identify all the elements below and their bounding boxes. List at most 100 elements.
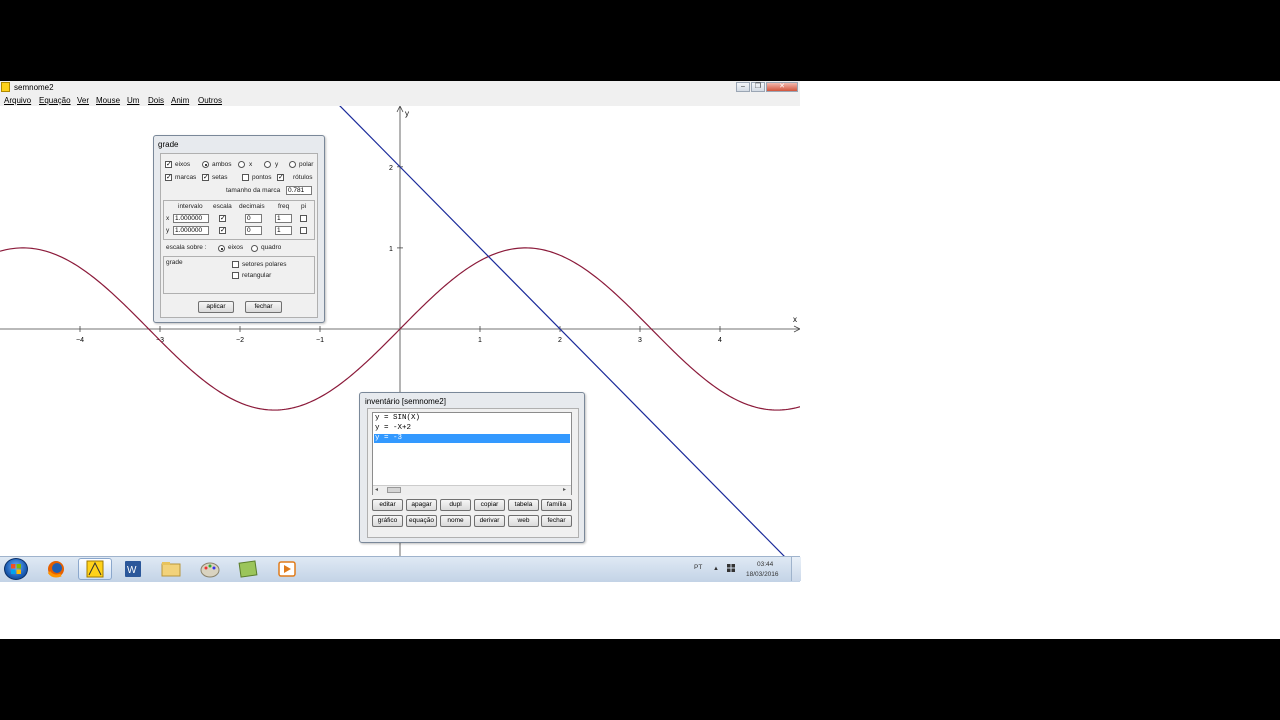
winplot-icon: [86, 560, 104, 578]
start-button-icon[interactable]: [4, 558, 28, 580]
aplicar-button[interactable]: aplicar: [198, 301, 234, 313]
taskbar-paint[interactable]: [193, 558, 227, 580]
grade-dialog-title: grade: [158, 140, 179, 149]
taskbar-explorer[interactable]: [154, 558, 188, 580]
language-indicator[interactable]: PT: [694, 564, 702, 572]
copiar-button[interactable]: copiar: [474, 499, 505, 511]
menu-equacao[interactable]: Equação: [39, 96, 71, 105]
inventory-list[interactable]: y = SIN(X) y = -X+2 y = -3 ◂ ▸: [372, 412, 572, 495]
col-decimais: decimais: [239, 203, 265, 210]
inventory-item[interactable]: y = SIN(X): [374, 414, 570, 423]
x-pi-checkbox[interactable]: [300, 215, 307, 222]
menu-dois[interactable]: Dois: [148, 96, 164, 105]
y-intervalo-input[interactable]: 1.000000: [173, 226, 209, 235]
inventory-item[interactable]: y = -X+2: [374, 424, 570, 433]
fechar-inventory-button[interactable]: fechar: [541, 515, 572, 527]
clock-time[interactable]: 03:44: [757, 561, 773, 569]
app-icon: [1, 82, 10, 92]
inventory-hscrollbar[interactable]: ◂ ▸: [373, 485, 571, 495]
menu-um[interactable]: Um: [127, 96, 139, 105]
eixos-checkbox[interactable]: ✓: [165, 161, 172, 168]
menu-mouse[interactable]: Mouse: [96, 96, 120, 105]
windows-logo-icon: [11, 564, 21, 574]
escala-quadro-radio[interactable]: [251, 245, 258, 252]
dupl-button[interactable]: dupl: [440, 499, 471, 511]
scroll-right-icon[interactable]: ▸: [563, 486, 566, 494]
network-flag-icon[interactable]: [726, 563, 736, 573]
y-escala-checkbox[interactable]: ✓: [219, 227, 226, 234]
setas-checkbox[interactable]: ✓: [202, 174, 209, 181]
rotulos-label: rótulos: [293, 174, 313, 181]
taskbar-winplot[interactable]: [78, 558, 112, 580]
col-pi: pi: [301, 203, 307, 210]
scroll-left-icon[interactable]: ◂: [375, 486, 378, 494]
tamanho-marca-label: tamanho da marca: [226, 187, 281, 194]
y-tick-label: 2: [389, 165, 393, 172]
taskbar-word[interactable]: W: [116, 558, 150, 580]
col-intervalo: intervalo: [178, 203, 203, 210]
nome-button[interactable]: nome: [440, 515, 471, 527]
word-icon: W: [125, 561, 141, 577]
grade-group-label: grade: [166, 259, 183, 266]
x-decimais-input[interactable]: 0: [245, 214, 262, 223]
y-freq-input[interactable]: 1: [275, 226, 292, 235]
ambos-radio[interactable]: [202, 161, 209, 168]
x-axis-label: x: [793, 315, 797, 324]
col-escala: escala: [213, 203, 232, 210]
x-intervalo-input[interactable]: 1.000000: [173, 214, 209, 223]
menu-arquivo[interactable]: Arquivo: [4, 96, 31, 105]
pontos-checkbox[interactable]: [242, 174, 249, 181]
menu-anim[interactable]: Anim: [171, 96, 189, 105]
apagar-button[interactable]: apagar: [406, 499, 437, 511]
taskbar-firefox[interactable]: [39, 558, 73, 580]
retangular-checkbox[interactable]: [232, 272, 239, 279]
title-bar: [0, 81, 800, 95]
tamanho-marca-input[interactable]: 0.781: [286, 186, 312, 195]
escala-eixos-radio[interactable]: [218, 245, 225, 252]
pontos-label: pontos: [252, 174, 272, 181]
rotulos-checkbox[interactable]: ✓: [277, 174, 284, 181]
menu-ver[interactable]: Ver: [77, 96, 89, 105]
taskbar-notes[interactable]: [231, 558, 265, 580]
familia-button[interactable]: família: [541, 499, 572, 511]
y-radio[interactable]: [264, 161, 271, 168]
y-pi-checkbox[interactable]: [300, 227, 307, 234]
tray-expand-icon[interactable]: ▲: [713, 565, 719, 573]
derivar-button[interactable]: derivar: [474, 515, 505, 527]
close-button[interactable]: ✕: [766, 82, 798, 92]
clock-date[interactable]: 18/03/2016: [746, 571, 779, 579]
x-tick-label: 3: [638, 337, 642, 344]
scroll-thumb[interactable]: [387, 487, 401, 493]
editar-button[interactable]: editar: [372, 499, 403, 511]
y-decimais-input[interactable]: 0: [245, 226, 262, 235]
menu-outros[interactable]: Outros: [198, 96, 222, 105]
y-axis-label: y: [405, 109, 409, 118]
tabela-button[interactable]: tabela: [508, 499, 539, 511]
equacao-button[interactable]: equação: [406, 515, 437, 527]
paint-icon: [200, 562, 220, 578]
escala-eixos-label: eixos: [228, 244, 244, 251]
x-tick-label: 2: [558, 337, 562, 344]
minimize-button[interactable]: –: [736, 82, 750, 92]
setores-polares-checkbox[interactable]: [232, 261, 239, 268]
web-button[interactable]: web: [508, 515, 539, 527]
inventory-item-selected[interactable]: y = -3: [374, 434, 570, 443]
restore-button[interactable]: ❐: [751, 82, 765, 92]
x-radio[interactable]: [238, 161, 245, 168]
x-freq-input[interactable]: 1: [275, 214, 292, 223]
row-x-label: x: [166, 215, 170, 222]
x-escala-checkbox[interactable]: ✓: [219, 215, 226, 222]
show-desktop-button[interactable]: [791, 557, 801, 581]
marcas-label: marcas: [175, 174, 197, 181]
polar-radio[interactable]: [289, 161, 296, 168]
x-tick-label: −2: [236, 337, 244, 344]
eixos-label: eixos: [175, 161, 191, 168]
notes-icon: [238, 560, 258, 578]
x-tick-label: 4: [718, 337, 722, 344]
inventory-title: inventário [semnome2]: [365, 397, 446, 406]
marcas-checkbox[interactable]: ✓: [165, 174, 172, 181]
window-title: semnome2: [14, 83, 54, 92]
grafico-button[interactable]: gráfico: [372, 515, 403, 527]
fechar-grade-button[interactable]: fechar: [245, 301, 282, 313]
taskbar-media-player[interactable]: [270, 558, 304, 580]
